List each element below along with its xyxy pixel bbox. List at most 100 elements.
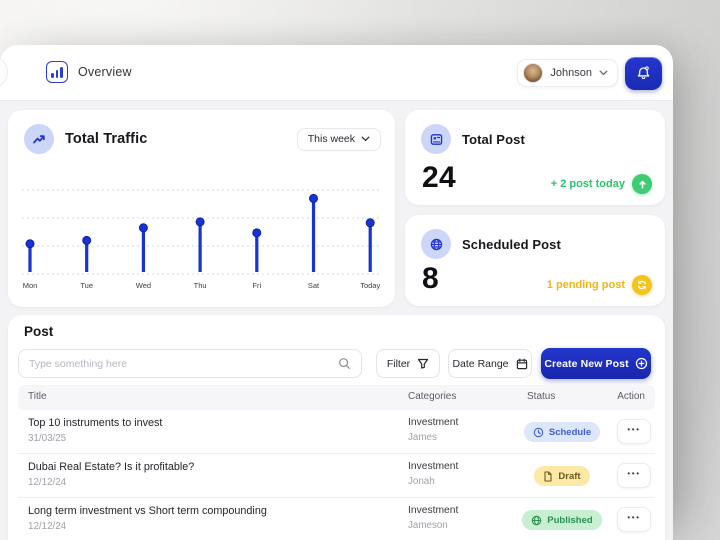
avatar (523, 63, 544, 83)
row-actions-button[interactable]: ••• (617, 463, 651, 488)
post-title: Dubai Real Estate? Is it profitable? (28, 461, 195, 473)
scheduled-post-note: 1 pending post (547, 275, 652, 295)
post-date: 12/12/24 (28, 521, 67, 532)
chevron-down-icon (361, 136, 370, 142)
column-categories: Categories (408, 391, 457, 402)
ellipsis-icon: ••• (627, 513, 641, 522)
status-label: Published (547, 514, 593, 526)
breadcrumb: Overview (46, 61, 132, 83)
card-title: Total Post (462, 131, 525, 147)
globe-icon (421, 229, 451, 259)
post-action-cell: ••• (617, 507, 651, 532)
create-new-post-label: Create New Post (544, 357, 629, 370)
traffic-lollipop-chart: Mon Tue Wed Thu Fri Sat Today (22, 189, 381, 290)
status-label: Schedule (548, 426, 592, 438)
chevron-down-icon (599, 70, 608, 76)
row-actions-button[interactable]: ••• (617, 507, 651, 532)
search-icon[interactable] (338, 357, 351, 370)
create-new-post-button[interactable]: Create New Post (541, 348, 651, 379)
column-status: Status (527, 391, 556, 402)
svg-text:Thu: Thu (194, 281, 207, 290)
post-category-cell: Investment James (408, 417, 458, 443)
panel-title: Post (24, 324, 54, 339)
scheduled-post-card: Scheduled Post 8 1 pending post (405, 215, 665, 306)
post-category: Investment (408, 417, 459, 428)
post-title-cell: Dubai Real Estate? Is it profitable? 12/… (28, 461, 194, 488)
search-input[interactable] (29, 357, 330, 370)
table-row: Top 10 instruments to invest 31/03/25 In… (18, 410, 655, 454)
post-category-cell: Investment Jonah (408, 461, 458, 487)
bell-icon (637, 66, 650, 80)
range-label: This week (307, 133, 355, 145)
post-category: Investment (408, 505, 459, 516)
svg-text:Mon: Mon (23, 281, 38, 290)
svg-text:Sat: Sat (308, 281, 320, 290)
svg-text:Today: Today (360, 281, 380, 290)
total-traffic-card: Total Traffic This week Mon Tue Wed Thu Fri S… (8, 110, 395, 307)
sidebar-edge-arc[interactable] (0, 56, 8, 88)
date-range-label: Date Range (452, 357, 509, 370)
globe-icon (532, 515, 542, 525)
total-post-value: 24 (422, 161, 456, 194)
post-action-cell: ••• (617, 463, 651, 488)
notifications-button[interactable] (625, 57, 662, 90)
total-post-note: + 2 post today (551, 174, 652, 194)
row-actions-button[interactable]: ••• (617, 419, 651, 444)
ellipsis-icon: ••• (627, 469, 641, 478)
page-title: Overview (78, 65, 132, 79)
post-title-cell: Long term investment vs Short term compo… (28, 505, 267, 532)
news-post-icon (421, 124, 451, 154)
table-header: Title Categories Status Action (18, 385, 655, 410)
total-post-card: Total Post 24 + 2 post today (405, 110, 665, 205)
range-selector[interactable]: This week (296, 127, 381, 151)
user-name: Johnson (550, 67, 592, 79)
post-author: Jameson (408, 520, 448, 531)
file-icon (544, 470, 552, 482)
trending-up-icon (24, 124, 54, 154)
post-status-cell: Published (516, 498, 608, 540)
post-author: Jonah (408, 476, 435, 487)
column-action: Action (617, 391, 645, 402)
search-box (18, 349, 362, 378)
post-status-cell: Schedule (516, 410, 608, 454)
post-title: Top 10 instruments to invest (28, 417, 163, 429)
funnel-icon (418, 358, 429, 369)
status-badge: Schedule (523, 422, 601, 442)
svg-text:Wed: Wed (136, 281, 151, 290)
post-category: Investment (408, 461, 459, 472)
svg-text:Fri: Fri (252, 281, 261, 290)
table-row: Long term investment vs Short term compo… (18, 498, 655, 540)
calendar-icon (516, 358, 527, 369)
note-text: 1 pending post (546, 279, 625, 291)
post-title: Long term investment vs Short term compo… (28, 505, 267, 517)
column-title: Title (28, 391, 47, 402)
post-title-cell: Top 10 instruments to invest 31/03/25 (28, 417, 162, 444)
post-date: 31/03/25 (28, 433, 67, 444)
filter-label: Filter (386, 357, 411, 370)
user-menu[interactable]: Johnson (517, 59, 618, 87)
status-badge: Published (522, 510, 602, 530)
scheduled-post-value: 8 (422, 262, 439, 295)
status-label: Draft (558, 470, 581, 482)
top-bar: Overview Johnson (0, 45, 673, 100)
arrow-up-circle-icon (632, 174, 652, 194)
svg-text:Tue: Tue (80, 281, 93, 290)
post-panel: Post Filter Date Range Create New Post T… (8, 315, 665, 540)
post-status-cell: Draft (516, 454, 608, 498)
card-title: Total Traffic (65, 131, 148, 147)
refresh-circle-icon (632, 275, 652, 295)
table-row: Dubai Real Estate? Is it profitable? 12/… (18, 454, 655, 498)
post-date: 12/12/24 (28, 477, 67, 488)
table-body: Top 10 instruments to invest 31/03/25 In… (18, 410, 655, 540)
ellipsis-icon: ••• (627, 425, 641, 434)
note-text: + 2 post today (550, 178, 625, 190)
status-badge: Draft (534, 466, 590, 486)
date-range-button[interactable]: Date Range (448, 349, 532, 378)
clock-icon (533, 427, 544, 437)
filter-button[interactable]: Filter (376, 349, 440, 378)
post-action-cell: ••• (617, 419, 651, 444)
post-category-cell: Investment Jameson (408, 505, 458, 531)
card-title: Scheduled Post (462, 236, 561, 252)
app-window: Overview Johnson Total Traffic This week (0, 45, 673, 540)
plus-circle-icon (635, 357, 647, 370)
